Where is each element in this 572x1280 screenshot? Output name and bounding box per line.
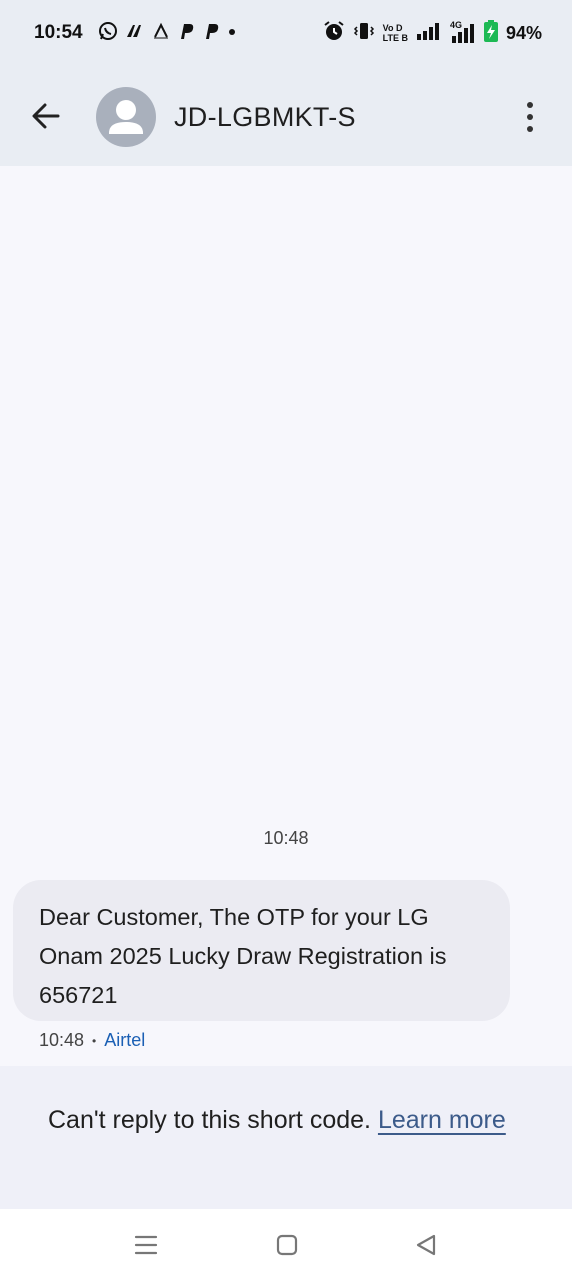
back-arrow-icon <box>32 103 60 129</box>
notification-icons <box>98 21 237 46</box>
paypal-icon <box>177 22 195 45</box>
more-options-button[interactable] <box>518 98 542 136</box>
message-time: 10:48 <box>39 1030 85 1050</box>
signal-4g-icon: 4G <box>448 20 476 44</box>
message-sim-label: Airtel <box>104 1030 146 1050</box>
more-vert-icon <box>527 102 533 108</box>
home-button[interactable] <box>267 1229 307 1261</box>
alarm-icon <box>323 20 345 47</box>
message-meta: 10:48 • Airtel <box>39 1030 145 1051</box>
status-bar: 10:54 Vo D LTE B 4G 94% <box>0 0 572 68</box>
message-text: Dear Customer, The OTP for your LG Onam … <box>39 904 447 1008</box>
message-timestamp-divider: 10:48 <box>263 828 309 848</box>
airtel-icon <box>152 22 170 45</box>
battery-charging-icon <box>483 19 498 47</box>
battery-percent: 94% <box>505 22 542 43</box>
whatsapp-icon <box>98 21 118 46</box>
conversation-header: JD-LGBMKT-S <box>0 68 572 166</box>
back-triangle-icon <box>416 1234 436 1256</box>
paypal-icon-2 <box>202 22 220 45</box>
status-time: 10:54 <box>34 22 83 43</box>
meta-separator: • <box>92 1033 97 1048</box>
contact-avatar[interactable] <box>96 87 156 147</box>
cannot-reply-text: Can't reply to this short code. <box>48 1106 378 1134</box>
person-icon <box>109 100 143 134</box>
back-button[interactable] <box>26 96 66 136</box>
system-navigation-bar <box>0 1209 572 1280</box>
system-icons: Vo D LTE B 4G 94% <box>323 19 542 47</box>
back-nav-button[interactable] <box>406 1229 446 1261</box>
contact-name[interactable]: JD-LGBMKT-S <box>174 102 356 133</box>
home-square-icon <box>276 1234 298 1256</box>
vibrate-icon <box>353 20 375 47</box>
recent-apps-button[interactable] <box>126 1229 166 1261</box>
learn-more-link[interactable]: Learn more <box>378 1106 506 1134</box>
app-notification-icon <box>125 21 145 46</box>
more-notifications-dot-icon <box>227 24 237 42</box>
message-bubble[interactable]: Dear Customer, The OTP for your LG Onam … <box>13 880 510 1021</box>
volte-icon: Vo D LTE B <box>382 23 408 43</box>
signal-strength-icon <box>416 21 440 46</box>
cannot-reply-notice: Can't reply to this short code. Learn mo… <box>0 1066 572 1209</box>
menu-icon <box>134 1235 158 1255</box>
